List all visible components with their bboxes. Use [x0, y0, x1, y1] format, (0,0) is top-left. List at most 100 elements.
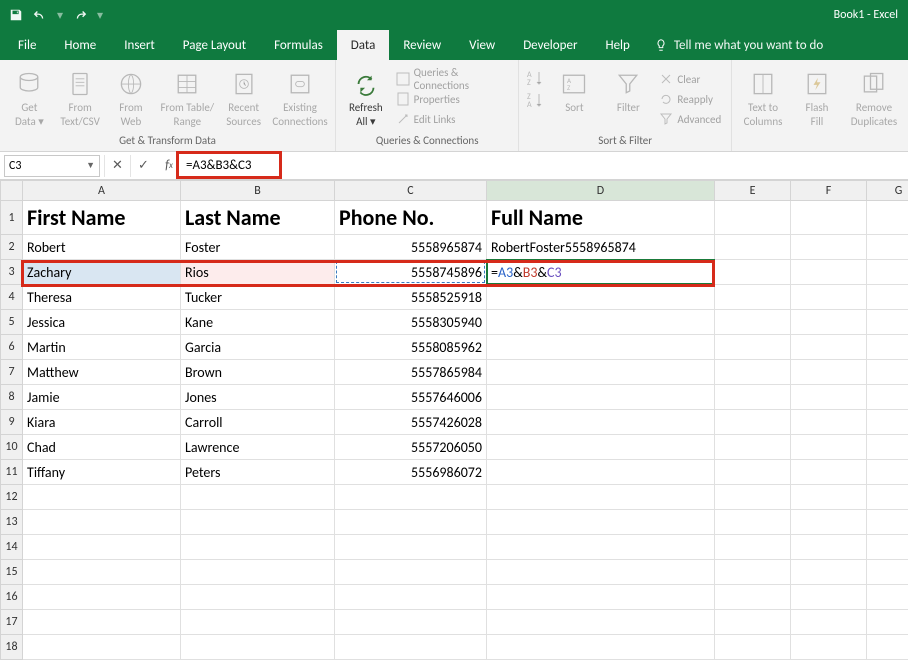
row-header[interactable]: 13 — [1, 510, 23, 535]
cell[interactable] — [867, 435, 908, 460]
cell[interactable] — [867, 585, 908, 610]
cell-c9[interactable]: 5557426028 — [335, 410, 487, 435]
cell[interactable] — [181, 510, 335, 535]
cell[interactable] — [791, 585, 867, 610]
cell-d3[interactable]: =A3&B3&C3 — [487, 260, 715, 285]
row-header[interactable]: 4 — [1, 285, 23, 310]
cell[interactable] — [487, 585, 715, 610]
cell[interactable] — [23, 610, 181, 635]
cell[interactable] — [487, 635, 715, 660]
cell[interactable] — [181, 560, 335, 585]
cell[interactable] — [867, 410, 908, 435]
cell[interactable] — [791, 385, 867, 410]
formula-input[interactable] — [182, 158, 908, 173]
row-header[interactable]: 11 — [1, 460, 23, 485]
cell[interactable] — [791, 335, 867, 360]
cell[interactable] — [715, 535, 791, 560]
cell-c11[interactable]: 5556986072 — [335, 460, 487, 485]
cell[interactable] — [335, 610, 487, 635]
cell[interactable] — [715, 335, 791, 360]
cell[interactable] — [487, 485, 715, 510]
cell[interactable] — [867, 260, 908, 285]
cell[interactable] — [867, 535, 908, 560]
cell-c3[interactable]: 5558745896 — [335, 260, 487, 285]
cell[interactable] — [335, 485, 487, 510]
row-header[interactable]: 5 — [1, 310, 23, 335]
cell-a8[interactable]: Jamie — [23, 385, 181, 410]
chevron-down-icon[interactable]: ▼ — [86, 160, 95, 171]
cell[interactable] — [867, 510, 908, 535]
tab-file[interactable]: File — [4, 30, 50, 60]
cell-b4[interactable]: Tucker — [181, 285, 335, 310]
cell-d4[interactable] — [487, 285, 715, 310]
cell[interactable] — [181, 610, 335, 635]
filter-button[interactable]: Filter — [603, 68, 653, 114]
select-all-corner[interactable] — [1, 181, 23, 201]
cell[interactable] — [791, 360, 867, 385]
tab-developer[interactable]: Developer — [509, 30, 591, 60]
cell[interactable] — [715, 435, 791, 460]
cell-c2[interactable]: 5558965874 — [335, 235, 487, 260]
row-header[interactable]: 14 — [1, 535, 23, 560]
tab-data[interactable]: Data — [337, 30, 390, 60]
cancel-formula-button[interactable]: ✕ — [104, 155, 130, 177]
name-box[interactable]: C3 ▼ — [4, 155, 100, 177]
cell[interactable] — [867, 610, 908, 635]
cell-b7[interactable]: Brown — [181, 360, 335, 385]
cell-a5[interactable]: Jessica — [23, 310, 181, 335]
cell-d9[interactable] — [487, 410, 715, 435]
cell[interactable] — [715, 360, 791, 385]
cell[interactable] — [867, 560, 908, 585]
cell[interactable] — [335, 585, 487, 610]
cell[interactable] — [715, 460, 791, 485]
cell[interactable] — [23, 535, 181, 560]
cell[interactable] — [791, 460, 867, 485]
cell[interactable] — [791, 235, 867, 260]
cell-c4[interactable]: 5558525918 — [335, 285, 487, 310]
cell[interactable] — [791, 285, 867, 310]
redo-icon[interactable] — [72, 7, 88, 23]
cell-a6[interactable]: Martin — [23, 335, 181, 360]
cell[interactable] — [867, 285, 908, 310]
tab-help[interactable]: Help — [591, 30, 643, 60]
existing-connections-button[interactable]: ExistingConnections — [271, 68, 329, 127]
cell[interactable] — [335, 535, 487, 560]
cell[interactable] — [867, 201, 908, 235]
cell[interactable] — [867, 235, 908, 260]
reapply-item[interactable]: Reapply — [657, 90, 723, 108]
cell[interactable] — [23, 485, 181, 510]
from-textcsv-button[interactable]: FromText/CSV — [57, 68, 104, 127]
cell[interactable] — [181, 485, 335, 510]
cell[interactable] — [715, 201, 791, 235]
cell-b6[interactable]: Garcia — [181, 335, 335, 360]
text-to-columns-button[interactable]: Text toColumns — [738, 68, 788, 127]
from-web-button[interactable]: FromWeb — [108, 68, 155, 127]
cell[interactable] — [791, 260, 867, 285]
cell-a10[interactable]: Chad — [23, 435, 181, 460]
row-header[interactable]: 7 — [1, 360, 23, 385]
cell[interactable] — [791, 410, 867, 435]
cell[interactable] — [715, 285, 791, 310]
cell-b10[interactable]: Lawrence — [181, 435, 335, 460]
cell[interactable] — [715, 235, 791, 260]
fx-icon[interactable]: fx — [156, 158, 182, 173]
cell[interactable] — [867, 385, 908, 410]
row-header[interactable]: 15 — [1, 560, 23, 585]
cell-b9[interactable]: Carroll — [181, 410, 335, 435]
cell-a1[interactable]: First Name — [23, 201, 181, 235]
col-header-d[interactable]: D — [487, 181, 715, 201]
col-header-a[interactable]: A — [23, 181, 181, 201]
col-header-e[interactable]: E — [715, 181, 791, 201]
cell-a4[interactable]: Theresa — [23, 285, 181, 310]
cell-d11[interactable] — [487, 460, 715, 485]
sort-asc-icon[interactable]: AZ — [525, 68, 545, 88]
cell-c8[interactable]: 5557646006 — [335, 385, 487, 410]
cell[interactable] — [791, 560, 867, 585]
cell[interactable] — [867, 460, 908, 485]
cell[interactable] — [181, 535, 335, 560]
cell[interactable] — [791, 435, 867, 460]
cell[interactable] — [791, 535, 867, 560]
cell[interactable] — [867, 360, 908, 385]
tab-page-layout[interactable]: Page Layout — [169, 30, 260, 60]
cell[interactable] — [791, 610, 867, 635]
